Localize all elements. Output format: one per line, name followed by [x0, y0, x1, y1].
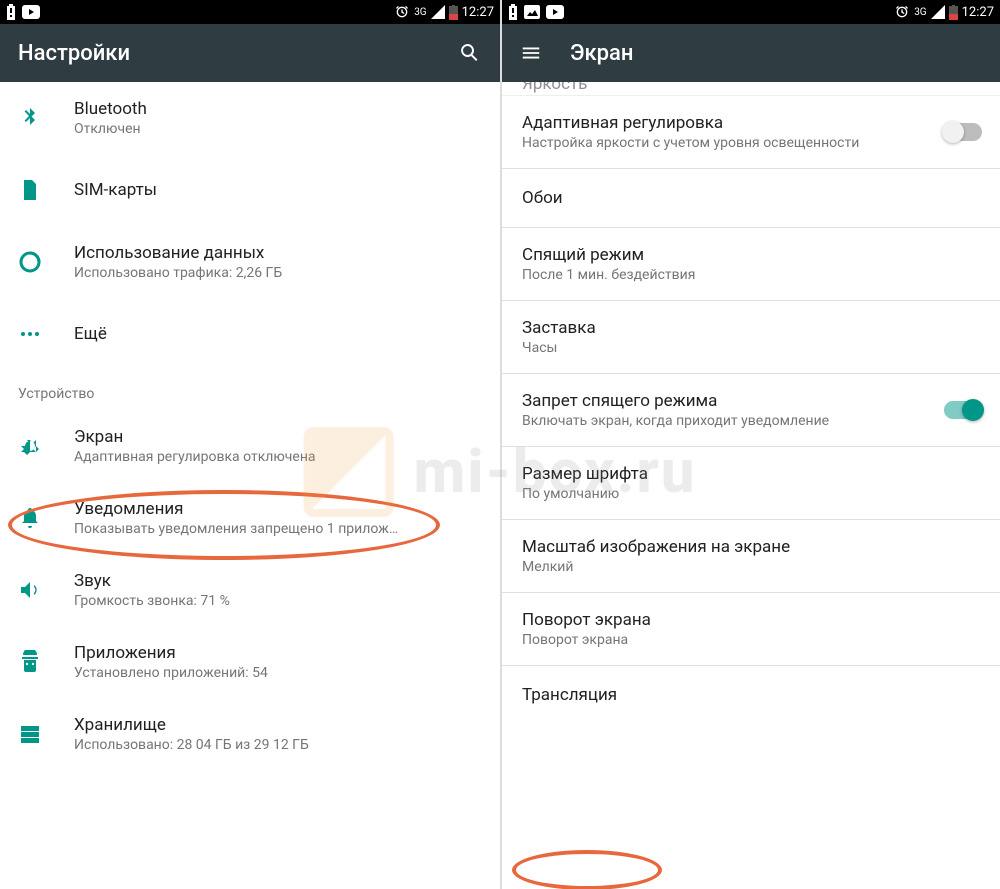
- search-icon[interactable]: [458, 41, 482, 65]
- setting-title: Поворот экрана: [522, 610, 982, 630]
- setting-more[interactable]: Ещё: [0, 298, 500, 370]
- alarm-icon: [394, 4, 410, 20]
- setting-sound[interactable]: Звук Громкость звонка: 71 %: [0, 554, 500, 626]
- app-title: Настройки: [18, 41, 458, 66]
- settings-list: Bluetooth Отключен SIM-карты Использован…: [0, 82, 500, 889]
- bluetooth-icon: [18, 106, 74, 130]
- setting-brightness-partial[interactable]: Яркость: [502, 82, 1000, 96]
- status-time: 12:27: [462, 5, 494, 20]
- brightness-icon: [18, 434, 74, 458]
- app-title: Экран: [570, 41, 982, 66]
- signal-icon: [431, 5, 445, 19]
- setting-display[interactable]: Экран Адаптивная регулировка отключена: [0, 410, 500, 482]
- setting-title: Масштаб изображения на экране: [522, 537, 982, 557]
- status-bar: 3G 12:27: [0, 0, 500, 24]
- setting-title: Приложения: [74, 643, 482, 663]
- battery-alert-icon: [508, 4, 518, 20]
- bell-icon: [18, 506, 74, 530]
- sim-icon: [18, 178, 74, 202]
- network-label: 3G: [414, 7, 426, 18]
- setting-sub: Поворот экрана: [522, 632, 982, 648]
- setting-sub: Включать экран, когда приходит уведомлен…: [522, 413, 944, 429]
- phone-left-settings: 3G 12:27 Настройки Bluetooth Отключен SI…: [0, 0, 500, 889]
- menu-icon[interactable]: [520, 42, 542, 64]
- setting-sub: Адаптивная регулировка отключена: [74, 449, 482, 465]
- setting-bluetooth[interactable]: Bluetooth Отключен: [0, 82, 500, 154]
- setting-title: Хранилище: [74, 715, 482, 735]
- battery-icon: [449, 5, 458, 20]
- setting-title: SIM-карты: [74, 180, 482, 200]
- setting-cast[interactable]: Трансляция: [502, 666, 1000, 724]
- storage-icon: [18, 722, 74, 746]
- setting-apps[interactable]: Приложения Установлено приложений: 54: [0, 626, 500, 698]
- setting-title: Уведомления: [74, 499, 482, 519]
- setting-display-size[interactable]: Масштаб изображения на экране Мелкий: [502, 520, 1000, 592]
- setting-title: Обои: [522, 188, 982, 208]
- setting-title: Спящий режим: [522, 245, 982, 265]
- setting-notifications[interactable]: Уведомления Показывать уведомления запре…: [0, 482, 500, 554]
- setting-sub: Использовано: 28 04 ГБ из 29 12 ГБ: [74, 737, 482, 753]
- setting-screensaver[interactable]: Заставка Часы: [502, 301, 1000, 373]
- setting-title: Заставка: [522, 318, 982, 338]
- adaptive-brightness-switch[interactable]: [944, 123, 982, 141]
- app-bar-settings: Настройки: [0, 24, 500, 82]
- setting-rotation[interactable]: Поворот экрана Поворот экрана: [502, 593, 1000, 665]
- youtube-icon: [546, 5, 564, 19]
- setting-prevent-sleep[interactable]: Запрет спящего режима Включать экран, ко…: [502, 374, 1000, 446]
- section-device: Устройство: [0, 370, 500, 410]
- alarm-icon: [894, 4, 910, 20]
- more-icon: [18, 322, 74, 346]
- sound-icon: [18, 578, 74, 602]
- setting-sub: Использовано трафика: 2,26 ГБ: [74, 265, 482, 281]
- setting-sub: По умолчанию: [522, 486, 982, 502]
- status-bar: 3G 12:27: [502, 0, 1000, 24]
- setting-title: Bluetooth: [74, 99, 482, 119]
- setting-sub: Отключен: [74, 121, 482, 137]
- setting-title: Ещё: [74, 324, 482, 344]
- setting-sub: Громкость звонка: 71 %: [74, 593, 482, 609]
- prevent-sleep-switch[interactable]: [944, 401, 982, 419]
- setting-title: Запрет спящего режима: [522, 391, 944, 411]
- setting-data-usage[interactable]: Использование данных Использовано трафик…: [0, 226, 500, 298]
- app-bar-display: Экран: [502, 24, 1000, 82]
- youtube-icon: [22, 5, 40, 19]
- setting-sleep[interactable]: Спящий режим После 1 мин. бездействия: [502, 228, 1000, 300]
- setting-wallpaper[interactable]: Обои: [502, 169, 1000, 227]
- setting-title: Звук: [74, 571, 482, 591]
- setting-title: Трансляция: [522, 685, 982, 705]
- setting-sub: Установлено приложений: 54: [74, 665, 482, 681]
- setting-font-size[interactable]: Размер шрифта По умолчанию: [502, 447, 1000, 519]
- setting-sub: После 1 мин. бездействия: [522, 267, 982, 283]
- setting-sub: Настройка яркости с учетом уровня освеще…: [522, 135, 944, 151]
- setting-sim[interactable]: SIM-карты: [0, 154, 500, 226]
- setting-sub: Показывать уведомления запрещено 1 прило…: [74, 521, 482, 537]
- display-list: Яркость Адаптивная регулировка Настройка…: [502, 82, 1000, 889]
- signal-icon: [931, 5, 945, 19]
- battery-alert-icon: [6, 4, 16, 20]
- setting-title: Размер шрифта: [522, 464, 982, 484]
- setting-sub: Часы: [522, 340, 982, 356]
- status-time: 12:27: [962, 5, 994, 20]
- network-label: 3G: [914, 7, 926, 18]
- setting-title: Экран: [74, 427, 482, 447]
- setting-storage[interactable]: Хранилище Использовано: 28 04 ГБ из 29 1…: [0, 698, 500, 770]
- setting-title: Адаптивная регулировка: [522, 113, 944, 133]
- phone-right-display: 3G 12:27 Экран Яркость Адаптивная регули…: [500, 0, 1000, 889]
- setting-title: Использование данных: [74, 243, 482, 263]
- apps-icon: [18, 650, 74, 674]
- setting-sub: Мелкий: [522, 559, 982, 575]
- data-usage-icon: [18, 250, 74, 274]
- setting-adaptive-brightness[interactable]: Адаптивная регулировка Настройка яркости…: [502, 96, 1000, 168]
- image-icon: [524, 5, 540, 19]
- battery-icon: [949, 5, 958, 20]
